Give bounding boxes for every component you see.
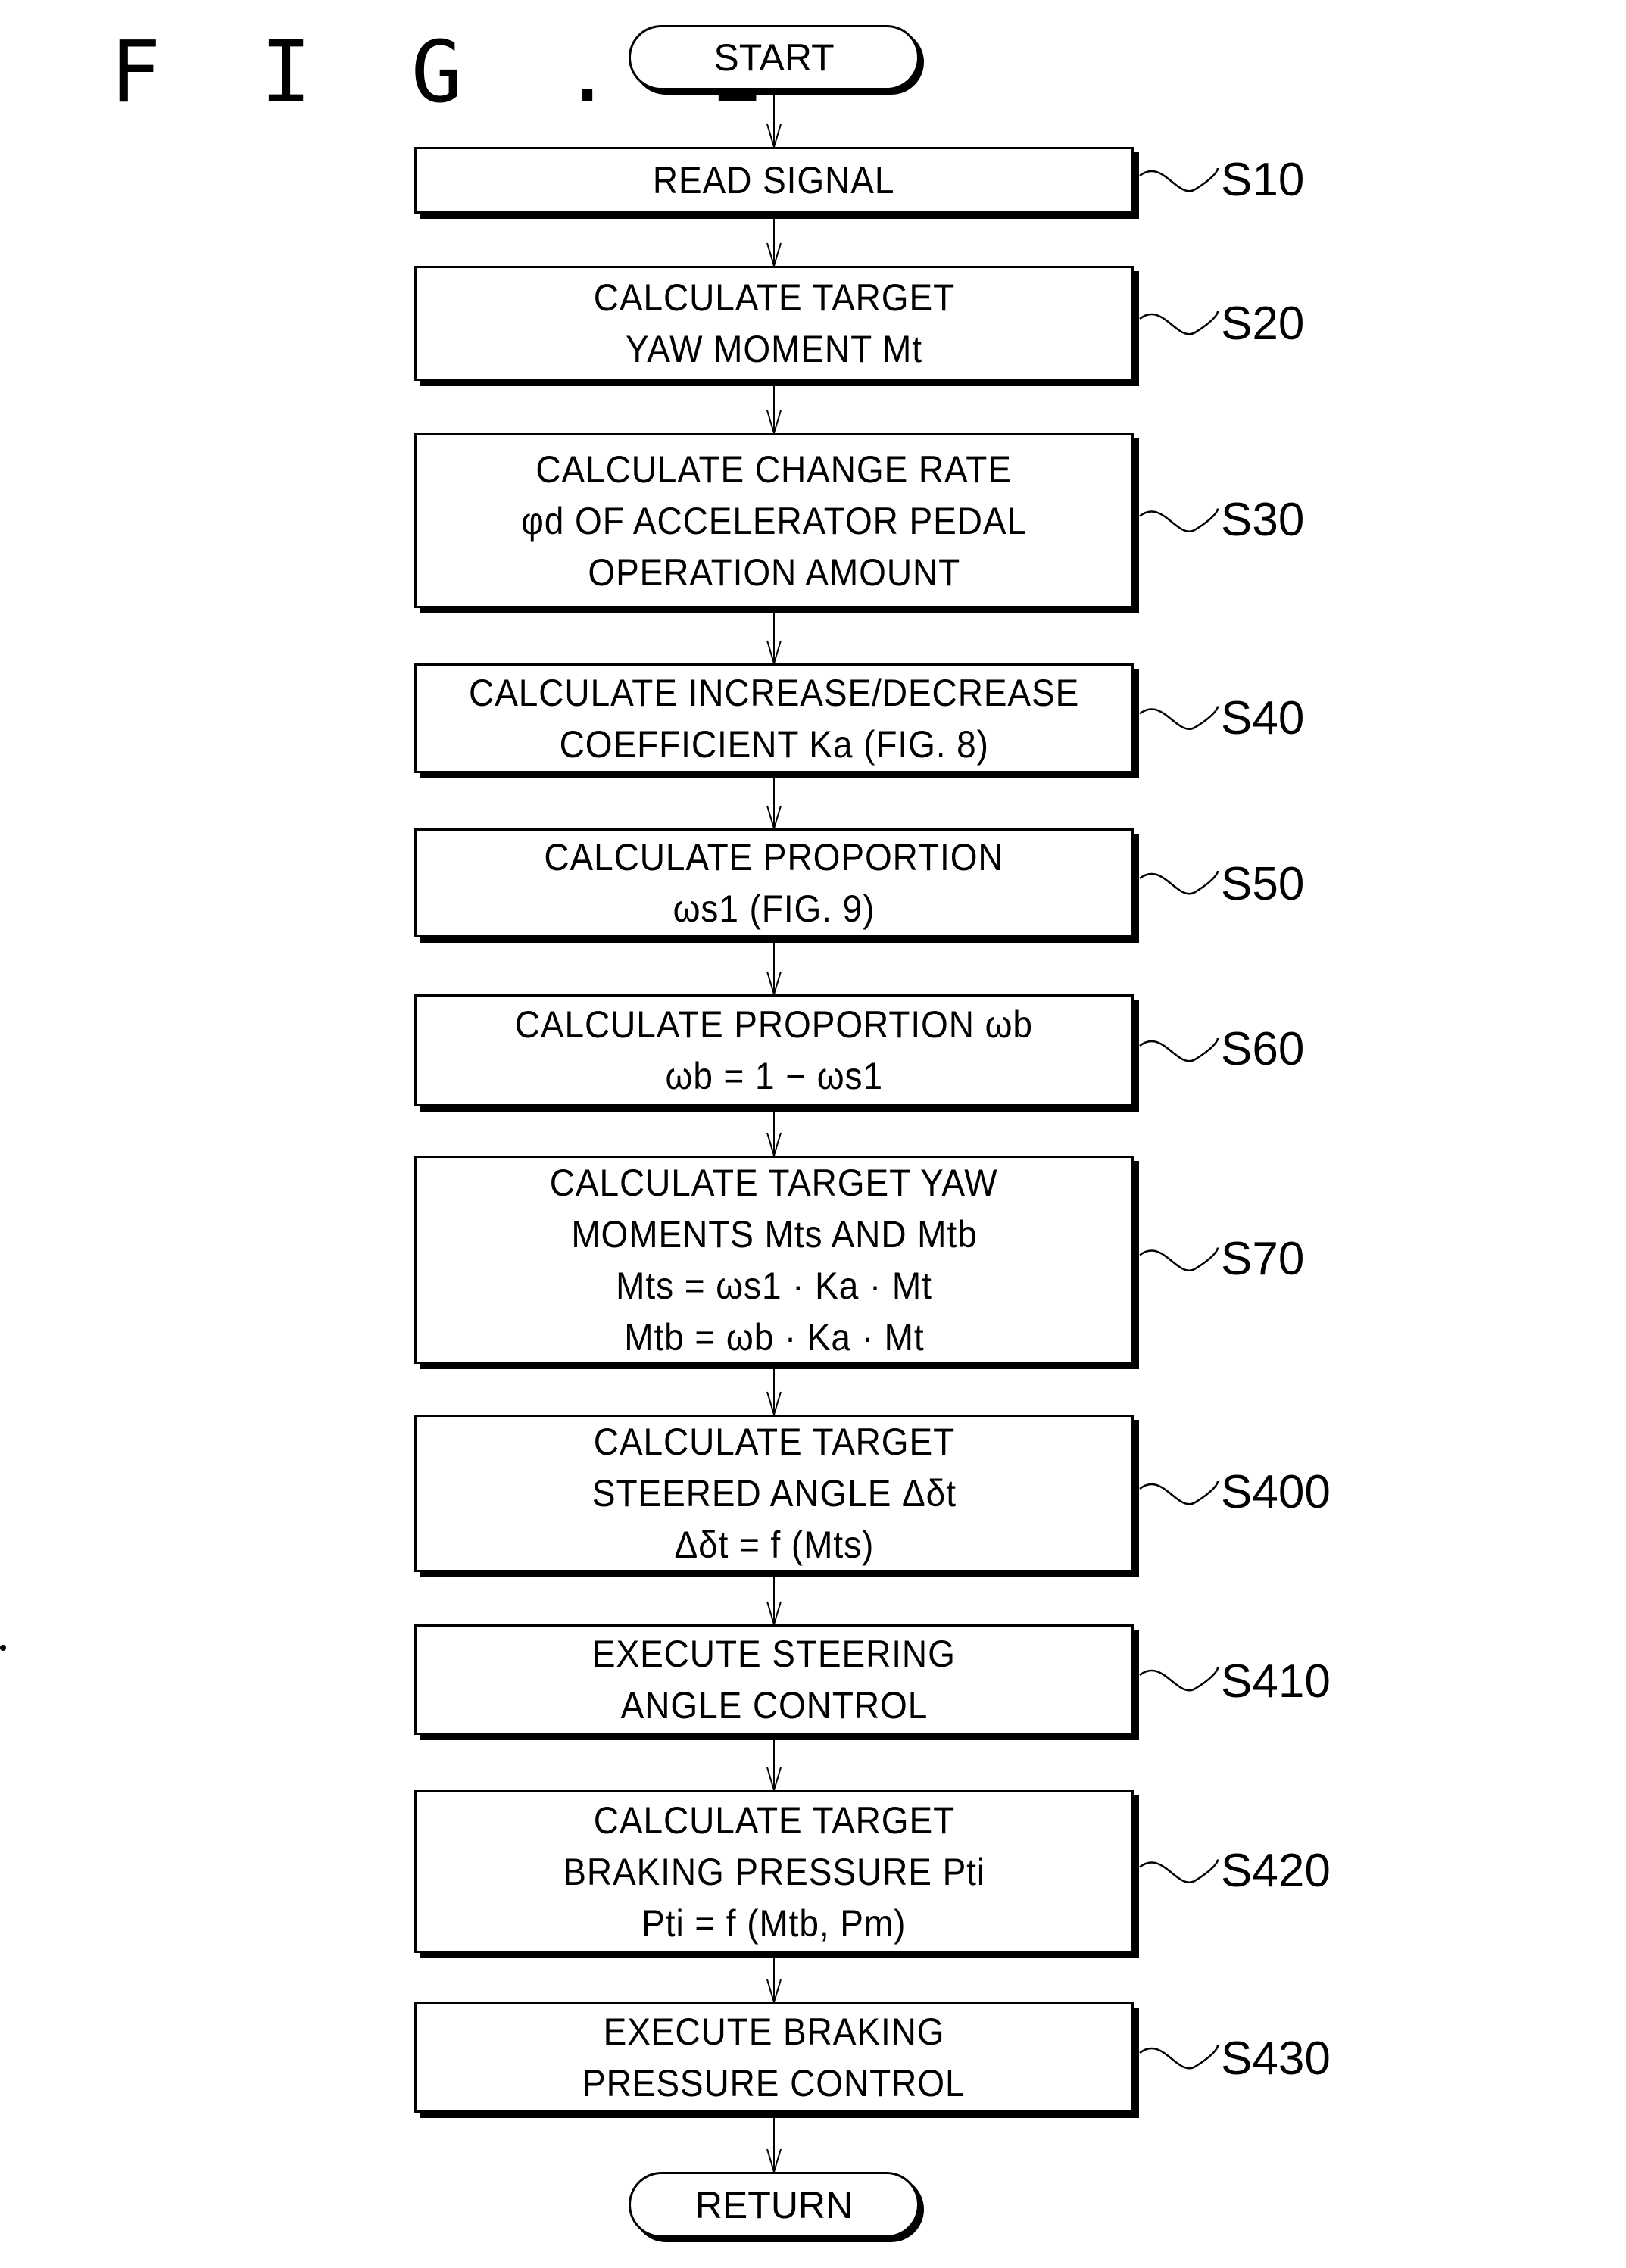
step-text: Mts = ωs1 · Ka · Mt	[616, 1264, 932, 1307]
scan-artifact-dot	[0, 1645, 6, 1651]
step-leader-tilde	[1139, 1667, 1219, 1692]
step-leader-tilde	[1139, 1247, 1219, 1271]
step-box-s10: READ SIGNAL	[414, 147, 1134, 214]
step-label-s30: S30	[1221, 494, 1305, 546]
return-terminal: RETURN	[629, 2172, 919, 2238]
step-box-s40: CALCULATE INCREASE/DECREASE COEFFICIENT …	[414, 663, 1134, 773]
step-box-s70: CALCULATE TARGET YAW MOMENTS Mts AND Mtb…	[414, 1156, 1134, 1364]
step-leader-tilde	[1139, 310, 1219, 335]
step-text: EXECUTE STEERING	[592, 1633, 956, 1675]
step-text: READ SIGNAL	[653, 159, 895, 201]
step-label-s420: S420	[1221, 1845, 1331, 1897]
step-text: Δδt = f (Mts)	[674, 1524, 874, 1566]
step-text: CALCULATE PROPORTION	[544, 836, 1004, 878]
step-text: ωs1 (FIG. 9)	[673, 888, 875, 930]
step-text: Pti = f (Mtb, Pm)	[641, 1901, 907, 1945]
step-box-s410: EXECUTE STEERING ANGLE CONTROL	[414, 1624, 1134, 1735]
step-text: PRESSURE CONTROL	[582, 2062, 966, 2104]
step-label-s40: S40	[1221, 692, 1305, 744]
step-box-s430: EXECUTE BRAKING PRESSURE CONTROL	[414, 2002, 1134, 2113]
step-text: ωb = 1 − ωs1	[665, 1055, 883, 1097]
step-box-s60: CALCULATE PROPORTION ωb ωb = 1 − ωs1	[414, 994, 1134, 1106]
step-text: CALCULATE PROPORTION ωb	[514, 1003, 1034, 1046]
step-box-s50: CALCULATE PROPORTION ωs1 (FIG. 9)	[414, 828, 1134, 937]
step-text: EXECUTE BRAKING	[603, 2011, 945, 2053]
step-box-s400: CALCULATE TARGET STEERED ANGLE Δδt Δδt =…	[414, 1415, 1134, 1572]
step-leader-tilde	[1139, 2045, 1219, 2070]
step-label-s60: S60	[1221, 1023, 1305, 1075]
step-leader-tilde	[1139, 1037, 1219, 1062]
step-leader-tilde	[1139, 508, 1219, 532]
step-label-s70: S70	[1221, 1233, 1305, 1285]
step-text: OPERATION AMOUNT	[588, 551, 960, 594]
step-leader-tilde	[1139, 1480, 1219, 1505]
step-text: BRAKING PRESSURE Pti	[563, 1850, 985, 1893]
step-text: STEERED ANGLE Δδt	[591, 1472, 957, 1515]
start-label: START	[713, 36, 835, 79]
step-text: CALCULATE TARGET	[593, 1798, 955, 1842]
step-label-s20: S20	[1221, 298, 1305, 350]
step-text: Mtb = ωb · Ka · Mt	[623, 1315, 925, 1359]
step-label-s10: S10	[1221, 154, 1305, 206]
step-text: COEFFICIENT Ka (FIG. 8)	[559, 722, 989, 766]
step-leader-tilde	[1139, 167, 1219, 192]
return-label: RETURN	[694, 2183, 854, 2226]
step-label-s400: S400	[1221, 1466, 1331, 1518]
step-label-s430: S430	[1221, 2032, 1331, 2085]
step-leader-tilde	[1139, 870, 1219, 895]
step-label-s50: S50	[1221, 858, 1305, 910]
step-text: YAW MOMENT Mt	[626, 328, 922, 370]
step-box-s420: CALCULATE TARGET BRAKING PRESSURE Pti Pt…	[414, 1790, 1134, 1953]
step-box-s30: CALCULATE CHANGE RATE φd OF ACCELERATOR …	[414, 433, 1134, 608]
step-text: MOMENTS Mts AND Mtb	[570, 1212, 978, 1256]
step-text: CALCULATE CHANGE RATE	[535, 448, 1013, 491]
step-text: CALCULATE TARGET	[593, 1421, 955, 1463]
step-text: φd OF ACCELERATOR PEDAL	[521, 499, 1027, 542]
step-text: CALCULATE TARGET	[593, 276, 955, 319]
step-leader-tilde	[1139, 1859, 1219, 1883]
step-text: CALCULATE INCREASE/DECREASE	[468, 671, 1080, 714]
step-box-s20: CALCULATE TARGET YAW MOMENT Mt	[414, 266, 1134, 381]
step-label-s410: S410	[1221, 1655, 1331, 1708]
step-leader-tilde	[1139, 706, 1219, 730]
step-text: ANGLE CONTROL	[620, 1684, 928, 1727]
start-terminal: START	[629, 25, 919, 90]
step-text: CALCULATE TARGET YAW	[550, 1161, 998, 1204]
